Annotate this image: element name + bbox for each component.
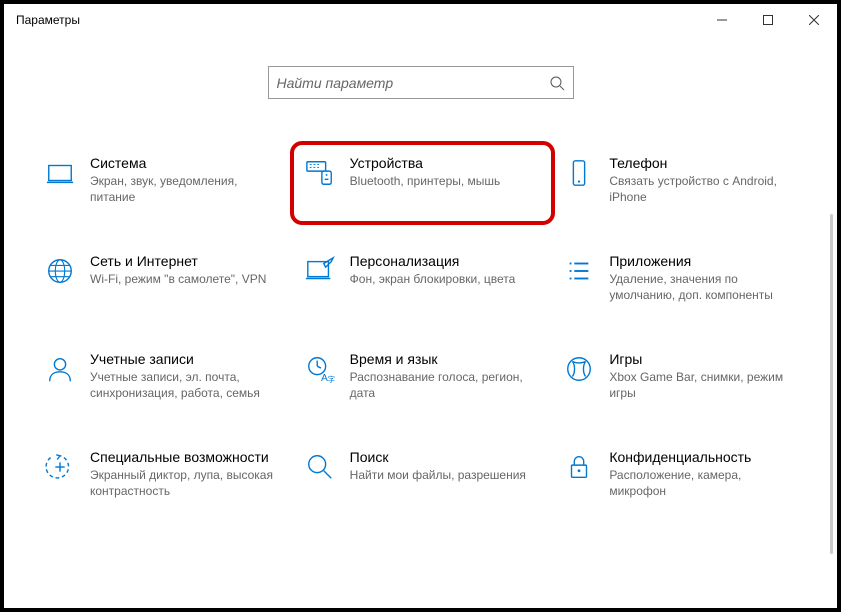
card-ease-of-access[interactable]: Специальные возможности Экранный диктор,… [36,443,286,511]
privacy-icon [563,451,595,483]
window-title: Параметры [16,13,80,27]
card-personalization[interactable]: Персонализация Фон, экран блокировки, цв… [296,247,546,315]
card-title: Учетные записи [90,351,278,367]
search-category-icon [304,451,336,483]
apps-icon [563,255,595,287]
close-icon [809,15,819,25]
svg-text:字: 字 [327,374,335,384]
card-title: Устройства [350,155,501,171]
card-title: Конфиденциальность [609,449,797,465]
search-icon [549,75,565,91]
devices-icon [304,157,336,189]
phone-icon [563,157,595,189]
personalization-icon [304,255,336,287]
search-row [14,66,827,99]
settings-grid: Система Экран, звук, уведомления, питани… [14,149,827,511]
maximize-icon [763,15,773,25]
card-title: Поиск [350,449,526,465]
close-button[interactable] [791,4,837,36]
card-network[interactable]: Сеть и Интернет Wi-Fi, режим "в самолете… [36,247,286,315]
card-apps[interactable]: Приложения Удаление, значения по умолчан… [555,247,805,315]
card-title: Приложения [609,253,797,269]
card-title: Специальные возможности [90,449,278,465]
minimize-button[interactable] [699,4,745,36]
card-desc: Экран, звук, уведомления, питание [90,173,278,205]
card-desc: Bluetooth, принтеры, мышь [350,173,501,189]
card-title: Сеть и Интернет [90,253,266,269]
card-privacy[interactable]: Конфиденциальность Расположение, камера,… [555,443,805,511]
card-gaming[interactable]: Игры Xbox Game Bar, снимки, режим игры [555,345,805,413]
window-controls [699,4,837,36]
card-phone[interactable]: Телефон Связать устройство с Android, iP… [555,149,805,217]
card-desc: Учетные записи, эл. почта, синхронизация… [90,369,278,401]
card-devices[interactable]: Устройства Bluetooth, принтеры, мышь [290,141,556,225]
search-input[interactable] [277,75,549,91]
card-title: Персонализация [350,253,516,269]
ease-of-access-icon [44,451,76,483]
card-title: Телефон [609,155,797,171]
card-desc: Фон, экран блокировки, цвета [350,271,516,287]
card-title: Время и язык [350,351,538,367]
card-system[interactable]: Система Экран, звук, уведомления, питани… [36,149,286,217]
card-accounts[interactable]: Учетные записи Учетные записи, эл. почта… [36,345,286,413]
content-area: Система Экран, звук, уведомления, питани… [4,36,837,511]
maximize-button[interactable] [745,4,791,36]
gaming-icon [563,353,595,385]
search-box[interactable] [268,66,574,99]
card-title: Система [90,155,278,171]
system-icon [44,157,76,189]
minimize-icon [717,15,727,25]
scrollbar[interactable] [830,214,833,554]
card-time-language[interactable]: A字 Время и язык Распознавание голоса, ре… [296,345,546,413]
card-title: Игры [609,351,797,367]
card-desc: Удаление, значения по умолчанию, доп. ко… [609,271,797,303]
card-desc: Расположение, камера, микрофон [609,467,797,499]
card-desc: Xbox Game Bar, снимки, режим игры [609,369,797,401]
card-search[interactable]: Поиск Найти мои файлы, разрешения [296,443,546,511]
settings-window: Параметры [0,0,841,612]
card-desc: Распознавание голоса, регион, дата [350,369,538,401]
accounts-icon [44,353,76,385]
network-icon [44,255,76,287]
card-desc: Связать устройство с Android, iPhone [609,173,797,205]
card-desc: Экранный диктор, лупа, высокая контрастн… [90,467,278,499]
card-desc: Найти мои файлы, разрешения [350,467,526,483]
time-language-icon: A字 [304,353,336,385]
card-desc: Wi-Fi, режим "в самолете", VPN [90,271,266,287]
